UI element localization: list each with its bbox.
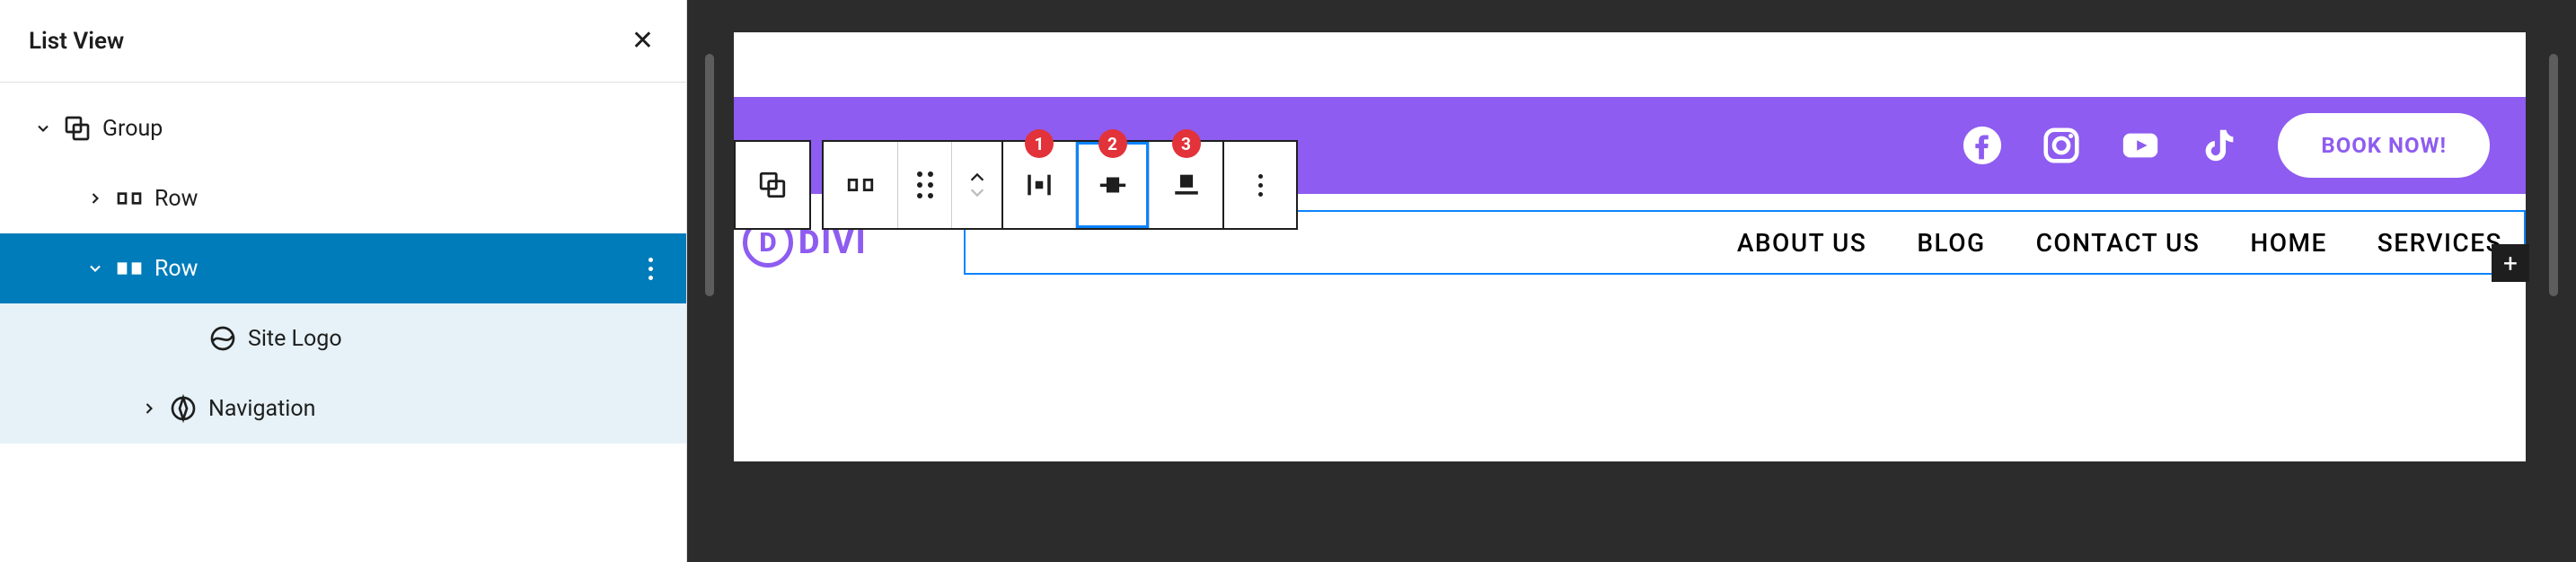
close-icon[interactable]: ✕ [628,22,657,60]
nav-link-blog[interactable]: BLOG [1917,228,1985,258]
select-parent-button[interactable] [736,142,809,228]
add-block-button[interactable]: + [2492,244,2529,282]
toolbar-main-group: 1 2 3 [822,140,1298,230]
chevron-down-icon[interactable] [31,119,56,137]
annotation-badge-1: 1 [1025,129,1054,158]
drag-handle[interactable] [897,142,951,228]
toolbar-parent-group [734,140,811,230]
navigation-icon [165,394,201,423]
nav-link-services[interactable]: SERVICES [2378,228,2502,258]
primary-navigation: ABOUT US BLOG CONTACT US HOME SERVICES [1737,228,2517,258]
chevron-right-icon[interactable] [137,400,162,417]
scrollbar-left[interactable] [705,54,714,296]
annotation-badge-2: 2 [1098,129,1127,158]
chevron-down-icon[interactable] [83,259,108,277]
mover-buttons[interactable] [951,142,1001,228]
annotation-badge-3: 3 [1172,129,1201,158]
tree-label: Site Logo [248,326,342,352]
list-view-header: List View ✕ [0,0,686,83]
list-view-panel: List View ✕ Group Row [0,0,687,562]
block-toolbar: 1 2 3 [734,140,1298,230]
tree-label: Group [102,116,163,142]
tree-label: Row [154,186,198,212]
tree-item-row[interactable]: Row [0,163,686,233]
tree-item-site-logo[interactable]: Site Logo [0,303,686,373]
editor-canvas: 1 2 3 [687,0,2576,562]
nav-link-home[interactable]: HOME [2250,228,2326,258]
page-preview: 1 2 3 [734,32,2526,461]
scrollbar-right[interactable] [2549,54,2558,296]
chevron-right-icon[interactable] [83,189,108,207]
justify-button[interactable]: 1 [1001,142,1075,228]
group-icon [59,114,95,143]
instagram-icon[interactable] [2041,125,2082,166]
list-view-title: List View [29,28,124,55]
tree-label: Navigation [208,396,315,422]
tree-label: Row [154,256,198,282]
tiktok-icon[interactable] [2199,125,2240,166]
tree-item-navigation[interactable]: Navigation [0,373,686,443]
site-logo-icon [205,324,241,353]
tree-item-row-selected[interactable]: Row [0,233,686,303]
nav-link-contact[interactable]: CONTACT US [2036,228,2201,258]
align-button[interactable]: 2 [1075,142,1149,228]
row-icon [111,254,147,283]
youtube-icon[interactable] [2120,125,2161,166]
block-tree: Group Row Row [0,83,686,443]
more-options-icon[interactable] [636,254,665,283]
cta-button[interactable]: BOOK NOW! [2278,113,2490,178]
tree-item-group[interactable]: Group [0,93,686,163]
nav-link-about[interactable]: ABOUT US [1737,228,1867,258]
block-type-button[interactable] [824,142,897,228]
facebook-icon[interactable] [1962,125,2003,166]
more-options-button[interactable] [1222,142,1296,228]
row-icon [111,184,147,213]
vertical-align-button[interactable]: 3 [1149,142,1222,228]
